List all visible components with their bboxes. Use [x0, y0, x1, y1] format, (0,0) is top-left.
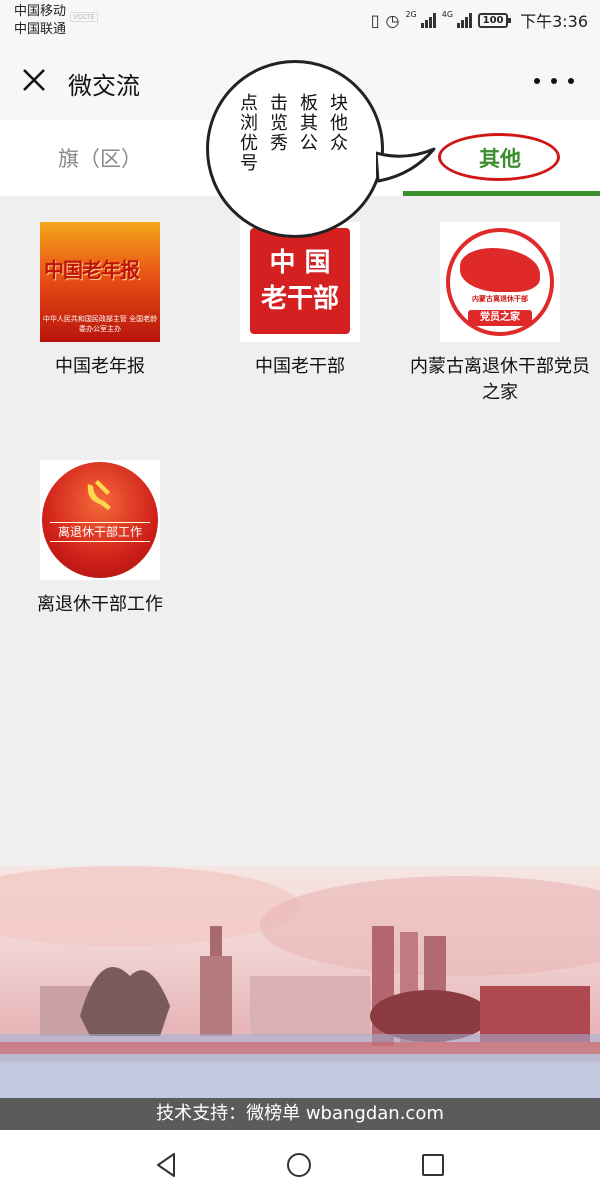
thumb-ribbon-text: 内蒙古离退休干部	[472, 295, 528, 303]
account-name: 中国老干部	[255, 356, 345, 377]
thumb-band-text: 党员之家	[468, 310, 532, 326]
highlight-oval	[438, 133, 560, 181]
volte-badge: VOLTE	[70, 12, 98, 22]
back-icon	[157, 1153, 175, 1177]
bubble-tail	[376, 147, 436, 183]
home-icon	[287, 1153, 311, 1177]
home-button[interactable]	[284, 1150, 314, 1180]
more-icon-dot	[551, 78, 557, 84]
network-4g-label: 4G	[441, 9, 454, 19]
bubble-col: 板其公	[297, 93, 318, 153]
tab-label: 旗（区）	[58, 147, 142, 171]
account-name: 离退休干部工作	[37, 594, 163, 615]
thumb-title: 中国老年报	[44, 258, 140, 282]
vibrate-icon: ▯	[370, 10, 380, 30]
close-icon	[23, 69, 45, 91]
account-name: 中国老年报	[55, 356, 145, 377]
recents-button[interactable]	[418, 1150, 448, 1180]
battery-icon: 100	[478, 12, 512, 28]
recents-icon	[422, 1154, 444, 1176]
speech-bubble: 块他众 板其公 击览秀 点浏优号	[206, 60, 384, 238]
account-name: 内蒙古离退休干部党员之家	[410, 356, 590, 403]
more-icon-dot	[534, 78, 540, 84]
party-emblem-icon	[87, 480, 111, 510]
city-banner	[0, 866, 600, 1098]
account-grid: 中国老年报 中华人民共和国民政部主管 全国老龄委办公室主办 中国老年报 中 国 …	[0, 196, 600, 856]
thumb-line-2: 老干部	[260, 284, 339, 314]
account-item[interactable]: 中国老年报 中华人民共和国民政部主管 全国老龄委办公室主办 中国老年报	[0, 222, 200, 380]
page-title: 微交流	[68, 72, 140, 100]
account-thumbnail: 中 国 老干部	[240, 222, 360, 342]
network-2g-label: 2G	[405, 9, 417, 19]
account-item[interactable]: 中 国 老干部 中国老干部	[200, 222, 400, 380]
tech-support-credit: 技术支持：微榜单 wbangdan.com	[0, 1098, 600, 1130]
more-icon-dot	[568, 78, 574, 84]
close-button[interactable]	[18, 64, 50, 96]
account-item[interactable]: 离退休干部工作 离退休干部工作	[0, 460, 200, 618]
status-icons: ▯ ◷ 2G 4G 100 下午3:36	[371, 8, 588, 32]
account-thumbnail: 中国老年报 中华人民共和国民政部主管 全国老龄委办公室主办	[40, 222, 160, 342]
account-thumbnail: 离退休干部工作	[40, 460, 160, 580]
carrier-1: 中国移动	[14, 4, 67, 19]
bubble-col: 块他众	[327, 93, 348, 153]
signal-icon-2	[457, 12, 473, 28]
bubble-col: 点浏优号	[237, 93, 258, 173]
more-button[interactable]	[534, 66, 574, 96]
bubble-col: 击览秀	[267, 93, 288, 153]
thumb-label: 离退休干部工作	[50, 522, 150, 542]
account-item[interactable]: 内蒙古离退休干部 党员之家 内蒙古离退休干部党员之家	[400, 222, 600, 406]
clock: 下午3:36	[520, 12, 588, 31]
account-thumbnail: 内蒙古离退休干部 党员之家	[440, 222, 560, 342]
carrier-2: 中国联通	[14, 22, 67, 37]
alarm-icon: ◷	[385, 10, 400, 30]
city-skyline-illustration	[0, 866, 600, 1098]
signal-icon	[420, 12, 436, 28]
thumb-subtitle: 中华人民共和国民政部主管 全国老龄委办公室主办	[42, 315, 158, 333]
back-button[interactable]	[152, 1150, 182, 1180]
bubble-text: 块他众 板其公 击览秀 点浏优号	[237, 93, 348, 173]
thumb-line-1: 中 国	[269, 248, 331, 278]
tab-banner[interactable]: 旗（区）	[0, 120, 200, 196]
system-nav-bar	[0, 1130, 600, 1200]
status-bar: 中国移动 中国联通 VOLTE ▯ ◷ 2G 4G 100 下午3:36	[0, 0, 600, 44]
